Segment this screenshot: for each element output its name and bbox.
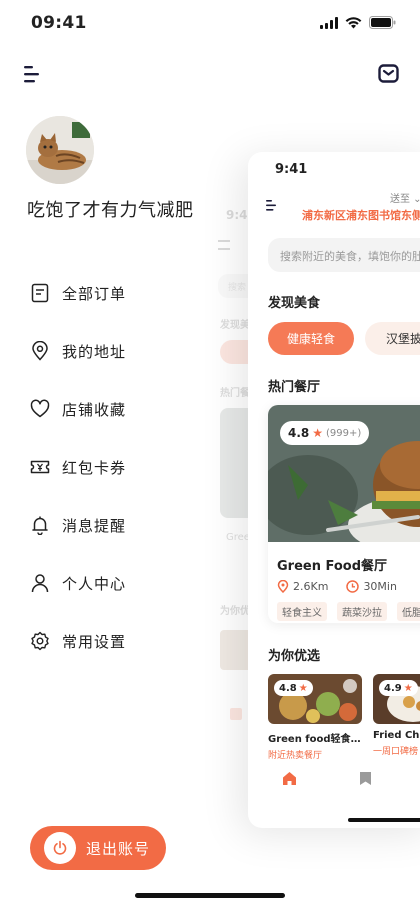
username: 吃饱了才有力气减肥 <box>27 200 194 221</box>
menu-item-settings[interactable]: 常用设置 <box>30 612 126 670</box>
tag: 低脂 <box>397 602 420 621</box>
category-chip[interactable]: 汉堡披萨 <box>365 322 420 355</box>
avatar[interactable] <box>26 116 94 184</box>
menu-item-label: 我的地址 <box>62 342 127 361</box>
menu-item-label: 常用设置 <box>62 632 127 651</box>
restaurant-card[interactable]: 4.8 ★ (999+) Green Food餐厅 2.6Km 30Min 轻食… <box>268 405 420 623</box>
hot-restaurants-title: 热门餐厅 <box>268 376 321 397</box>
bell-icon <box>32 516 48 535</box>
rating-badge: 4.9 ★ <box>379 680 418 696</box>
recommend-title: 为你优选 <box>268 645 321 666</box>
restaurant-meta: 2.6Km 30Min <box>277 580 397 593</box>
status-time: 09:41 <box>31 13 87 33</box>
ghost-home-icon <box>230 708 242 720</box>
tab-home-icon[interactable] <box>282 771 297 786</box>
delivery-address[interactable]: 浦东新区浦东图书馆东侧 <box>302 207 420 223</box>
battery-icon <box>369 16 396 29</box>
mail-icon[interactable] <box>378 64 399 83</box>
menu-item-label: 店铺收藏 <box>62 400 127 419</box>
recommend-subtitle: 附近热卖餐厅 <box>268 751 323 761</box>
menu-item-orders[interactable]: 全部订单 <box>30 264 126 322</box>
phone-time: 9:41 <box>275 162 308 177</box>
rating-badge: 4.8 ★ <box>274 680 313 696</box>
phone-menu-icon[interactable] <box>266 199 278 212</box>
recommend-title-text: Fried Chicken <box>373 730 420 741</box>
ghost-menu-icon <box>218 240 230 250</box>
location-pin-icon <box>277 580 289 593</box>
tab-orders-icon[interactable] <box>359 771 372 786</box>
menu-item-address[interactable]: 我的地址 <box>30 322 126 380</box>
order-list-icon <box>31 283 49 303</box>
ghost-discover-title: 发现美 <box>220 320 250 331</box>
menu-item-label: 全部订单 <box>62 284 127 303</box>
star-icon: ★ <box>312 426 324 440</box>
recommend-thumb: 4.9 ★ <box>373 674 420 724</box>
menu-item-label: 个人中心 <box>62 574 127 593</box>
location-pin-icon <box>32 341 48 361</box>
star-icon: ★ <box>298 682 308 694</box>
home-screen-preview[interactable]: 9:41 送至 ⌄ 浦东新区浦东图书馆东侧 搜索附近的美食，填饱你的肚子 发现美… <box>248 152 420 828</box>
recommend-thumb: 4.8 ★ <box>268 674 362 724</box>
recommend-subtitle: 一周口碑榜 <box>373 747 419 757</box>
tag: 轻食主义 <box>277 602 327 621</box>
menu-item-favorites[interactable]: 店铺收藏 <box>30 380 126 438</box>
tag: 蔬菜沙拉 <box>337 602 387 621</box>
status-icons <box>320 16 396 29</box>
wifi-icon <box>345 16 362 28</box>
home-indicator <box>135 893 285 898</box>
ghost-card-name: Gree <box>226 532 250 543</box>
menu-item-label: 消息提醒 <box>62 516 127 535</box>
phone-home-indicator <box>348 818 420 822</box>
coupon-icon <box>30 460 50 474</box>
cat-avatar-image <box>26 116 94 184</box>
user-icon <box>31 574 49 593</box>
category-chip-active[interactable]: 健康轻食 <box>268 322 354 355</box>
star-icon: ★ <box>403 682 413 694</box>
menu-icon[interactable] <box>23 64 41 84</box>
logout-button[interactable]: 退出账号 <box>30 826 166 870</box>
search-input[interactable]: 搜索附近的美食，填饱你的肚子 <box>268 238 420 272</box>
menu-item-profile[interactable]: 个人中心 <box>30 554 126 612</box>
chevron-down-icon: ⌄ <box>413 194 420 205</box>
recommend-card[interactable]: 4.9★ Fried Chicken 一周口碑榜 <box>373 674 420 766</box>
recommend-card[interactable]: 4.8 ★ Green food轻食餐厅 附近热卖餐厅 <box>268 674 362 766</box>
ghost-hot-title: 热门餐 <box>220 388 250 399</box>
restaurant-name: Green Food餐厅 <box>277 559 388 574</box>
settings-icon <box>31 631 49 651</box>
heart-icon <box>30 399 50 418</box>
cellular-signal-icon <box>320 16 338 29</box>
side-menu: 全部订单 我的地址 店铺收藏 红包卡券 消息提醒 个人中心 常用设置 <box>30 264 126 670</box>
clock-icon <box>346 580 360 593</box>
favorite-icon[interactable] <box>343 679 357 693</box>
power-icon <box>44 832 76 864</box>
recommend-title-text: Green food轻食餐厅 <box>268 734 362 745</box>
discover-title: 发现美食 <box>268 292 321 313</box>
rating-badge: 4.8 ★ (999+) <box>280 421 370 445</box>
menu-item-coupons[interactable]: 红包卡券 <box>30 438 126 496</box>
ghost-recommend-title: 为你优 <box>220 606 250 617</box>
restaurant-tags: 轻食主义 蔬菜沙拉 低脂 <box>277 602 420 621</box>
menu-item-label: 红包卡券 <box>62 458 127 477</box>
send-to-label[interactable]: 送至 ⌄ <box>390 190 420 205</box>
logout-label: 退出账号 <box>86 839 151 858</box>
menu-item-notifications[interactable]: 消息提醒 <box>30 496 126 554</box>
